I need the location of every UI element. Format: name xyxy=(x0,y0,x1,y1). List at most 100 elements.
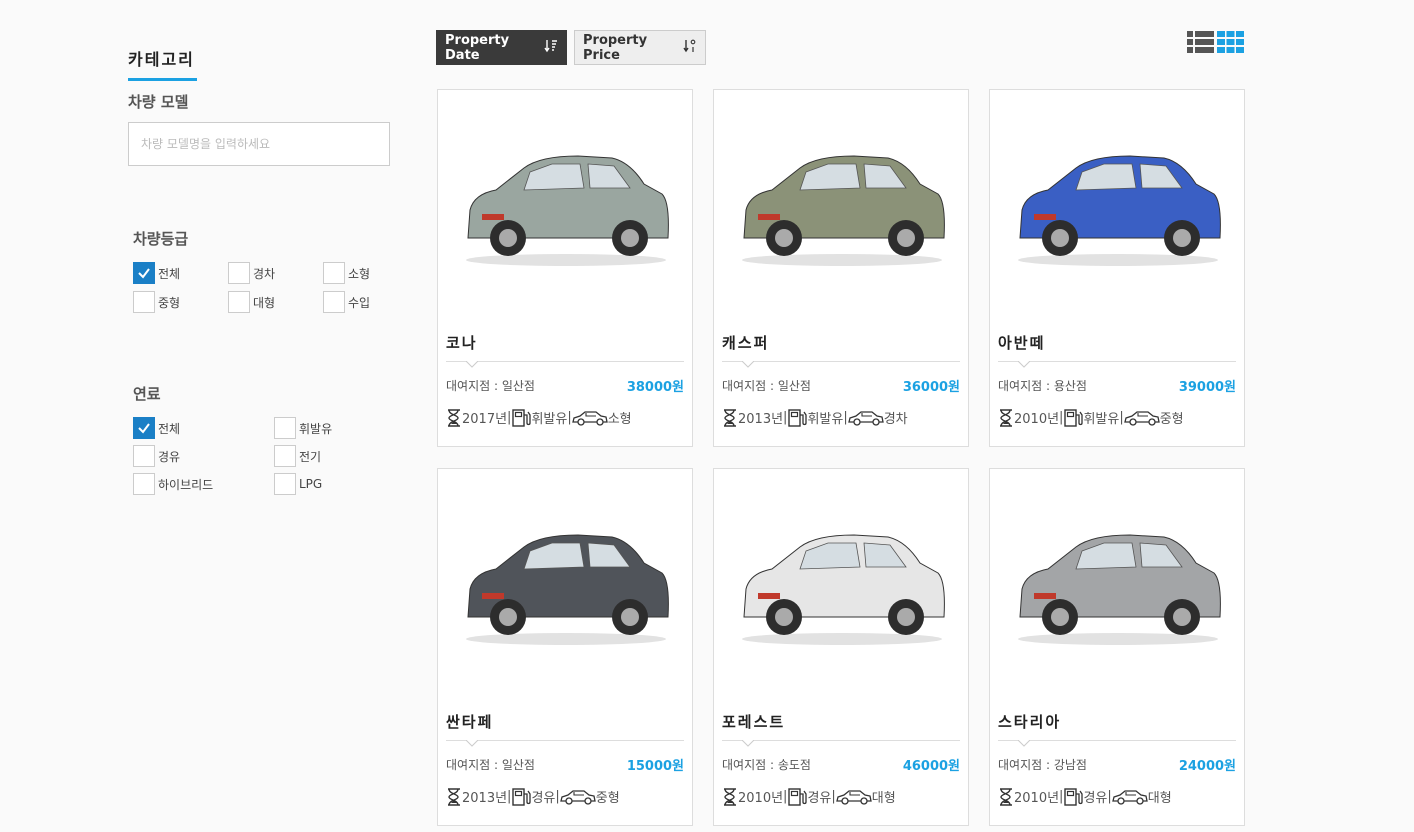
grade-checkbox-small[interactable]: 소형 xyxy=(323,262,418,284)
fuel-filter: 전체 휘발유 경유 전기 하이브리드 LPG xyxy=(133,417,392,495)
car-card[interactable]: 캐스퍼 대여지점 : 일산점 36000원 2013년 | 휘발유 | 경차 xyxy=(713,89,969,447)
car-card[interactable]: 아반떼 대여지점 : 용산점 39000원 2010년 | 휘발유 | 중형 xyxy=(989,89,1245,447)
sort-by-date-button[interactable]: Property Date xyxy=(436,30,567,65)
grade-filter: 전체 경차 소형 중형 대형 수입 xyxy=(133,262,392,313)
checkbox xyxy=(323,291,345,313)
rental-branch: 대여지점 : 일산점 xyxy=(446,379,535,393)
rental-price: 46000원 xyxy=(902,759,960,774)
car-specs: 2013년 | 경유 | 중형 xyxy=(446,787,620,806)
grade-title: 차량등급 xyxy=(133,230,189,248)
car-grid: 코나 대여지점 : 일산점 38000원 2017년 | 휘발유 | 소형 캐스퍼 … xyxy=(437,89,1245,826)
divider xyxy=(446,740,684,741)
fuel-pump-icon xyxy=(1064,408,1084,427)
rental-price: 15000원 xyxy=(626,759,684,774)
checkbox xyxy=(133,262,155,284)
checkbox xyxy=(274,417,296,439)
car-size: 소형 xyxy=(607,412,632,427)
rental-branch: 대여지점 : 일산점 xyxy=(446,758,535,772)
fuel-checkbox-gasoline[interactable]: 휘발유 xyxy=(274,417,415,439)
divider xyxy=(446,361,684,362)
rental-branch: 대여지점 : 송도점 xyxy=(722,758,811,772)
car-name: 코나 xyxy=(446,334,478,352)
checkbox xyxy=(133,291,155,313)
car-specs: 2010년 | 경유 | 대형 xyxy=(998,787,1172,806)
hourglass-icon xyxy=(724,408,736,427)
car-specs: 2010년 | 경유 | 대형 xyxy=(722,787,896,806)
fuel-pump-icon xyxy=(788,408,808,427)
fuel-pump-icon xyxy=(512,408,532,427)
grade-checkbox-light[interactable]: 경차 xyxy=(228,262,323,284)
model-search-input[interactable] xyxy=(128,122,390,166)
car-card[interactable]: 포레스트 대여지점 : 송도점 46000원 2010년 | 경유 | 대형 xyxy=(713,468,969,826)
car-card[interactable]: 스타리아 대여지점 : 강남점 24000원 2010년 | 경유 | 대형 xyxy=(989,468,1245,826)
divider xyxy=(722,361,960,362)
car-specs: 2017년 | 휘발유 | 소형 xyxy=(446,408,632,427)
car-year: 2013년 xyxy=(738,412,784,427)
car-card[interactable]: 싼타페 대여지점 : 일산점 15000원 2013년 | 경유 | 중형 xyxy=(437,468,693,826)
notch-icon xyxy=(742,361,754,368)
notch-icon xyxy=(1018,740,1030,747)
fuel-pump-icon xyxy=(1064,787,1084,806)
grade-checkbox-mid[interactable]: 중형 xyxy=(133,291,228,313)
checkbox xyxy=(133,473,155,495)
grade-checkbox-large[interactable]: 대형 xyxy=(228,291,323,313)
car-type-icon xyxy=(1123,410,1160,426)
car-year: 2010년 xyxy=(738,791,784,806)
car-image xyxy=(742,155,945,266)
car-name: 싼타페 xyxy=(446,713,494,731)
car-type-icon xyxy=(847,410,884,426)
checkbox xyxy=(133,417,155,439)
car-specs: 2010년 | 휘발유 | 중형 xyxy=(998,408,1184,427)
checkbox xyxy=(274,445,296,467)
checkbox xyxy=(274,473,296,495)
fuel-checkbox-hybrid[interactable]: 하이브리드 xyxy=(133,473,274,495)
car-size: 대형 xyxy=(1147,791,1172,806)
hourglass-icon xyxy=(724,787,736,806)
car-name: 포레스트 xyxy=(722,713,786,731)
car-name: 캐스퍼 xyxy=(722,334,770,352)
car-image xyxy=(742,534,945,645)
hourglass-icon xyxy=(448,408,460,427)
car-image xyxy=(1018,534,1221,645)
grade-checkbox-import[interactable]: 수입 xyxy=(323,291,418,313)
notch-icon xyxy=(466,740,478,747)
grid-view-icon[interactable] xyxy=(1217,31,1244,53)
check-icon xyxy=(138,268,150,279)
divider xyxy=(998,361,1236,362)
car-type-icon xyxy=(1111,789,1148,805)
fuel-checkbox-all[interactable]: 전체 xyxy=(133,417,274,439)
sort-numeric-icon xyxy=(683,39,697,56)
fuel-pump-icon xyxy=(788,787,808,806)
fuel-pump-icon xyxy=(512,787,532,806)
sort-descending-icon xyxy=(544,39,558,56)
rental-branch: 대여지점 : 일산점 xyxy=(722,379,811,393)
car-fuel: 경유 xyxy=(531,791,556,806)
car-fuel: 휘발유 xyxy=(531,412,568,427)
car-fuel: 휘발유 xyxy=(807,412,844,427)
fuel-checkbox-electric[interactable]: 전기 xyxy=(274,445,415,467)
rental-price: 36000원 xyxy=(902,380,960,395)
sort-price-label: Property Price xyxy=(583,32,648,63)
rental-car-page: 카테고리 차량 모델 차량등급 전체 경차 소형 중형 대형 수입 연료 전체 … xyxy=(0,0,1414,832)
rental-price: 38000원 xyxy=(626,380,684,395)
fuel-checkbox-diesel[interactable]: 경유 xyxy=(133,445,274,467)
car-year: 2017년 xyxy=(462,412,508,427)
fuel-checkbox-lpg[interactable]: LPG xyxy=(274,473,415,495)
car-year: 2010년 xyxy=(1014,791,1060,806)
rental-branch: 대여지점 : 강남점 xyxy=(998,758,1087,772)
grade-checkbox-all[interactable]: 전체 xyxy=(133,262,228,284)
car-year: 2010년 xyxy=(1014,412,1060,427)
rental-price: 39000원 xyxy=(1178,380,1236,395)
list-view-icon[interactable] xyxy=(1187,31,1214,53)
car-card[interactable]: 코나 대여지점 : 일산점 38000원 2017년 | 휘발유 | 소형 xyxy=(437,89,693,447)
sort-date-label: Property Date xyxy=(445,32,510,63)
car-type-icon xyxy=(559,789,596,805)
car-year: 2013년 xyxy=(462,791,508,806)
car-specs: 2013년 | 휘발유 | 경차 xyxy=(722,408,908,427)
car-type-icon xyxy=(571,410,608,426)
car-size: 대형 xyxy=(871,791,896,806)
checkbox xyxy=(228,291,250,313)
notch-icon xyxy=(466,361,478,368)
sort-by-price-button[interactable]: Property Price xyxy=(574,30,706,65)
check-icon xyxy=(138,423,150,434)
